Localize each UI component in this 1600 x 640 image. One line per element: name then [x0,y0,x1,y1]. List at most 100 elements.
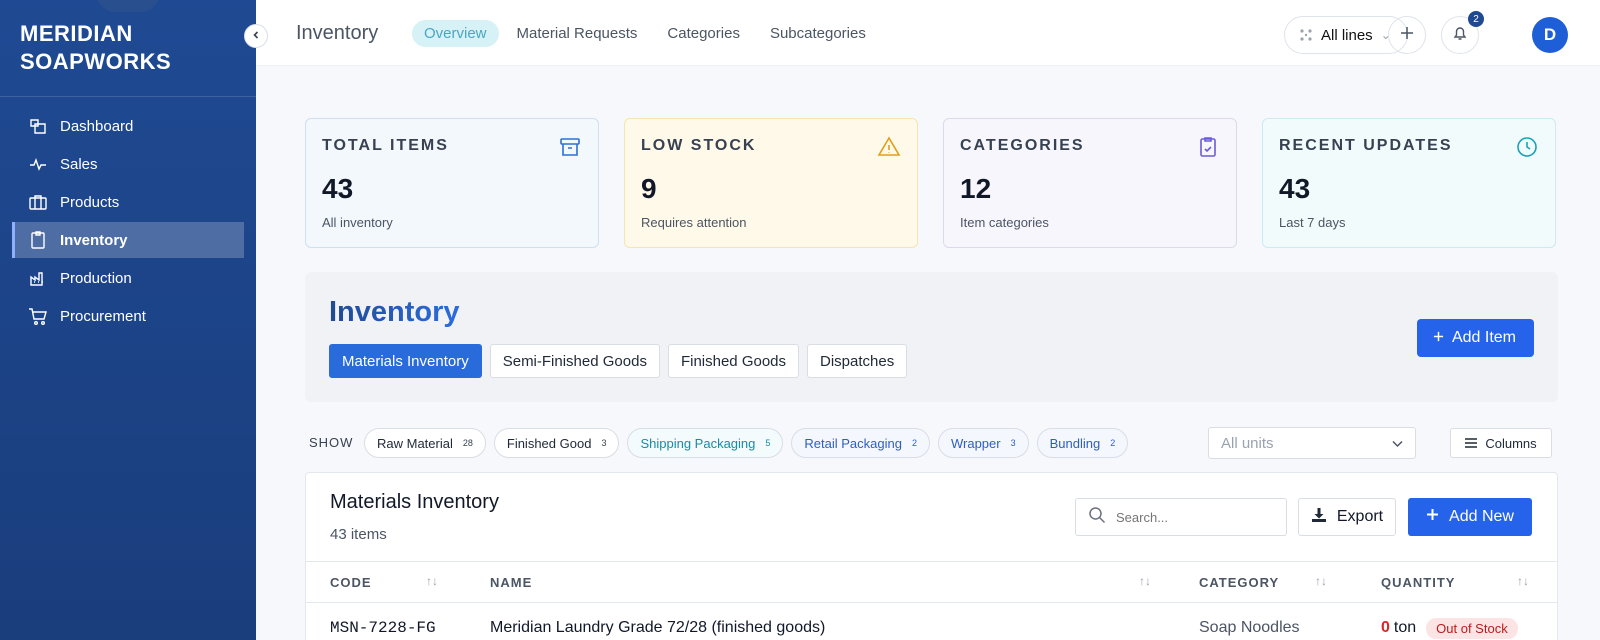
table-header: CODE ↑↓ NAME ↑↓ CATEGORY ↑↓ QUANTITY ↑↓ [306,561,1557,603]
sidebar-nav: Dashboard Sales Products Inventory Produ… [12,108,244,336]
filter-chip-retail-packaging[interactable]: Retail Packaging 2 [791,428,930,458]
tab-overview[interactable]: Overview [412,20,499,47]
stat-subtitle: Last 7 days [1279,215,1346,230]
units-select[interactable]: All units [1208,427,1416,459]
stat-card-total-items: TOTAL ITEMS 43 All inventory [305,118,599,248]
filter-chip-shipping-packaging[interactable]: Shipping Packaging 5 [627,428,784,458]
tab-material-requests[interactable]: Material Requests [505,20,650,47]
columns-label: Columns [1485,435,1537,451]
add-button[interactable] [1388,16,1426,54]
tab-materials-inventory[interactable]: Materials Inventory [329,344,482,378]
export-button[interactable]: Export [1298,498,1396,536]
add-item-button[interactable]: Add Item [1416,319,1534,357]
chip-label: Finished Good [506,435,592,451]
export-label: Export [1336,508,1384,525]
chevron-left-icon [251,27,261,45]
download-icon [1311,507,1327,528]
tab-dispatches[interactable]: Dispatches [807,344,908,378]
sidebar-item-sales[interactable]: Sales [12,146,244,182]
stat-value: 43 [1279,173,1311,204]
brand-logo[interactable]: MERIDIAN SOAPWORKS [20,20,171,76]
quantity-unit: ton [1393,619,1417,636]
sidebar-item-label: Production [60,269,132,287]
stat-card-low-stock: LOW STOCK 9 Requires attention [624,118,918,248]
materials-table-card: Materials Inventory 43 items Export Add … [305,472,1558,640]
bell-icon [1452,25,1468,46]
sidebar-item-dashboard[interactable]: Dashboard [12,108,244,144]
clock-icon [1515,135,1539,159]
tab-finished-goods[interactable]: Finished Goods [667,344,800,378]
stat-card-categories: CATEGORIES 12 Item categories [943,118,1237,248]
stat-label: CATEGORIES [960,137,1085,154]
inventory-tabs: Materials Inventory Semi-Finished Goods … [329,344,908,378]
plus-icon [1433,329,1444,347]
stat-label: TOTAL ITEMS [322,137,449,154]
table-title: Materials Inventory [330,491,499,513]
cell-category: Soap Noodles [1199,619,1300,636]
chip-label: Wrapper [950,435,1001,451]
cell-name: Meridian Laundry Grade 72/28 (finished g… [490,619,826,636]
brand-line-2: SOAPWORKS [20,49,172,74]
search-input[interactable] [1116,509,1266,525]
chip-count: 5 [765,438,771,448]
sort-icon[interactable]: ↑↓ [426,574,438,588]
chevron-down-icon [1392,436,1403,451]
stat-subtitle: Item categories [960,215,1049,230]
units-select-value: All units [1221,434,1274,452]
avatar[interactable]: D [1532,17,1568,53]
page-title: Inventory [296,22,379,44]
stat-value: 12 [960,173,992,204]
column-header-quantity[interactable]: QUANTITY [1381,562,1455,602]
filter-chip-wrapper[interactable]: Wrapper 3 [937,428,1029,458]
table-row[interactable]: MSN-7228-FG Meridian Laundry Grade 72/28… [306,603,1557,640]
filter-chip-bundling[interactable]: Bundling 2 [1036,428,1129,458]
sidebar: MERIDIAN SOAPWORKS Dashboard Sales Produ… [0,0,256,640]
sort-icon[interactable]: ↑↓ [1315,574,1327,588]
quantity-value: 0 [1381,619,1390,636]
tab-subcategories[interactable]: Subcategories [758,20,878,47]
sort-icon[interactable]: ↑↓ [1517,574,1529,588]
sidebar-item-label: Products [60,193,120,211]
show-label: SHOW [309,435,354,450]
add-new-button[interactable]: Add New [1408,498,1532,536]
cell-code: MSN-7228-FG [330,619,436,637]
chip-label: Shipping Packaging [640,435,756,451]
production-icon [28,268,48,288]
column-header-category[interactable]: CATEGORY [1199,562,1279,602]
stat-label: LOW STOCK [641,137,757,154]
sidebar-item-production[interactable]: Production [12,260,244,296]
stat-card-recent-updates: RECENT UPDATES 43 Last 7 days [1262,118,1556,248]
sort-icon[interactable]: ↑↓ [1139,574,1151,588]
search-field[interactable] [1075,498,1287,536]
clipboard-icon [1196,135,1220,159]
chip-count: 3 [1010,438,1016,448]
inventory-heading: Inventory [329,296,460,328]
topbar: Inventory Overview Material Requests Cat… [256,0,1600,66]
dashboard-icon [28,116,48,136]
sidebar-item-procurement[interactable]: Procurement [12,298,244,334]
chip-label: Bundling [1049,435,1101,451]
sidebar-decoration [96,0,160,12]
plus-icon [1426,508,1439,526]
chip-count: 2 [911,438,917,448]
list-icon [1465,436,1478,451]
sidebar-item-label: Sales [60,155,98,173]
filter-chip-raw-material[interactable]: Raw Material 28 [364,428,486,458]
tab-semi-finished-goods[interactable]: Semi-Finished Goods [489,344,660,378]
column-header-name[interactable]: NAME [490,562,532,602]
column-header-code[interactable]: CODE [330,562,372,602]
tab-categories[interactable]: Categories [655,20,752,47]
notification-badge: 2 [1468,11,1484,27]
sidebar-collapse-button[interactable] [244,24,268,48]
plus-icon [1400,26,1414,45]
sidebar-item-inventory[interactable]: Inventory [12,222,244,258]
chip-count: 28 [462,438,473,448]
columns-button[interactable]: Columns [1450,428,1552,458]
chip-label: Raw Material [377,435,453,451]
top-tabs: Overview Material Requests Categories Su… [412,20,878,47]
archive-icon [558,135,582,159]
table-item-count: 43 items [330,526,387,543]
filter-chip-finished-good[interactable]: Finished Good 3 [493,428,620,458]
sidebar-item-products[interactable]: Products [12,184,244,220]
notifications-button[interactable]: 2 [1441,11,1484,54]
